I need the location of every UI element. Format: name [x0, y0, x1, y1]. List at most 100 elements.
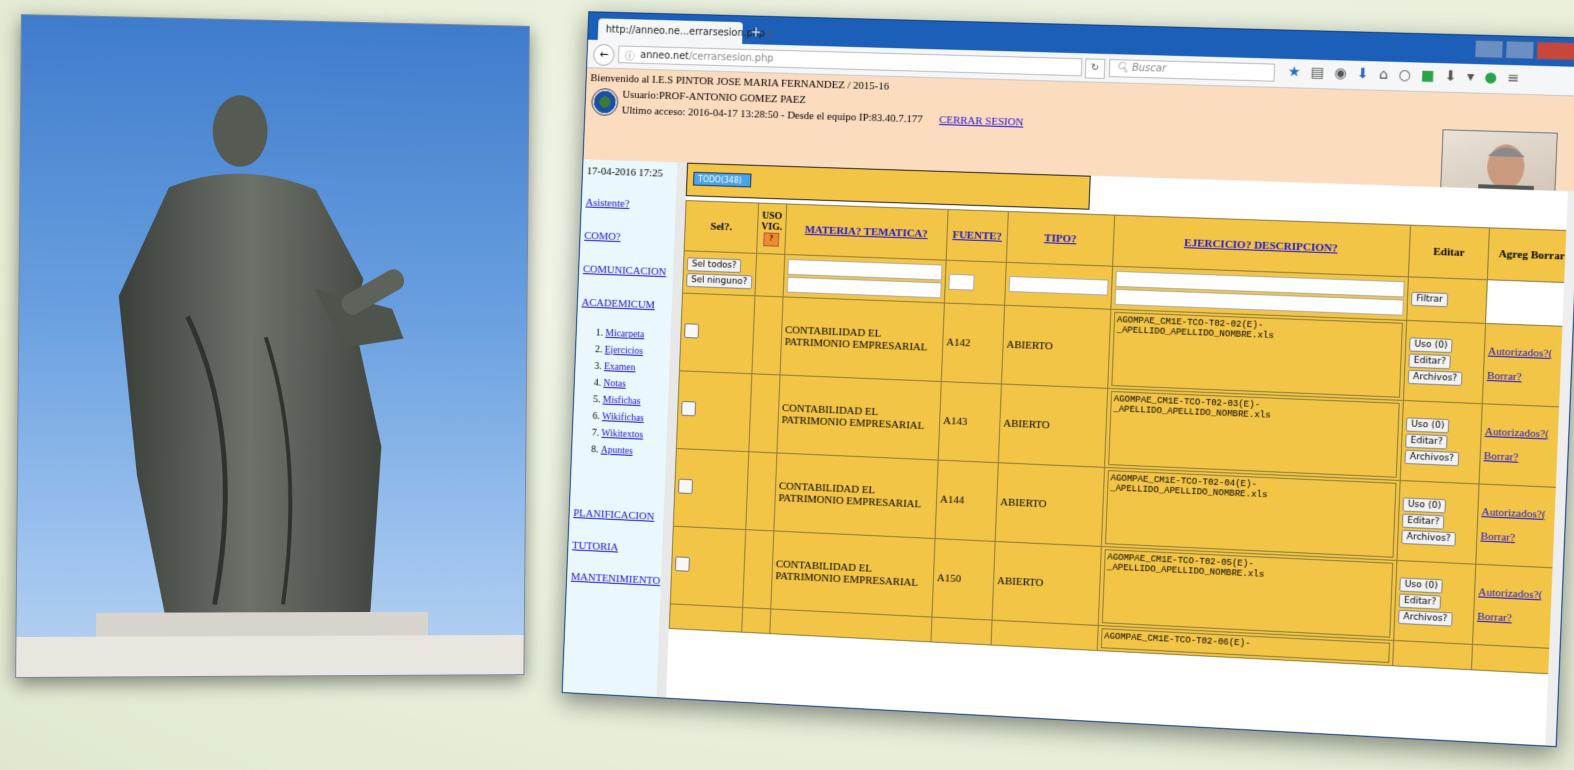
close-window-button[interactable]: [1535, 41, 1574, 61]
minimize-button[interactable]: [1474, 39, 1504, 59]
url-path: /cerrarsesion.php: [688, 50, 774, 65]
academicum-submenu: Micarpeta Ejercicios Examen Notas Misfic…: [574, 324, 648, 460]
info-icon: ⓘ: [624, 51, 635, 63]
search-input[interactable]: 🔍︎ Buscar: [1108, 59, 1276, 82]
editar-button[interactable]: Editar?: [1408, 353, 1452, 370]
close-tab-icon[interactable]: ×: [765, 28, 774, 39]
autorizados-link[interactable]: Autorizados?(: [1485, 426, 1550, 441]
reload-icon[interactable]: ↻: [1084, 58, 1106, 79]
editar-button[interactable]: Editar?: [1401, 513, 1445, 530]
borrar-link[interactable]: Borrar?: [1477, 611, 1512, 625]
todo-filter-button[interactable]: TODO(348): [692, 171, 752, 188]
sidebar-link-tutoria[interactable]: TUTORIA: [572, 540, 618, 554]
submenu-wikitextos[interactable]: Wikitextos: [601, 428, 643, 441]
submenu-misfichas[interactable]: Misfichas: [603, 395, 641, 407]
search-icon: 🔍︎: [1115, 62, 1129, 74]
submenu-ejercicios[interactable]: Ejercicios: [605, 345, 644, 357]
sidebar-link-mantenimiento[interactable]: MANTENIMIENTO: [571, 571, 661, 587]
sidebar-link-academicum[interactable]: ACADEMICUM: [581, 297, 655, 312]
download-icon[interactable]: ⬇: [1357, 66, 1370, 83]
row-materia: CONTABILIDAD EL PATRIMONIO EMPRESARIAL: [776, 374, 942, 461]
menu-icon[interactable]: ≡: [1507, 70, 1520, 87]
submenu-notas[interactable]: Notas: [603, 378, 626, 390]
autorizados-link[interactable]: Autorizados?(: [1481, 506, 1546, 521]
uso-button[interactable]: Uso (0): [1405, 417, 1450, 434]
main-panel: TODO(348) Sel?. USO VIG. ? MATERIA? TEMA…: [666, 162, 1574, 747]
row-description: AGOMPAE_CM1E-TCO-T02-03(E)-_APELLIDO_APE…: [1108, 390, 1400, 478]
back-arrow-icon[interactable]: ←: [592, 43, 615, 66]
dropdown-icon[interactable]: ▾: [1467, 69, 1475, 85]
bookmark-star-icon[interactable]: ★: [1288, 64, 1301, 81]
submenu-apuntes[interactable]: Apuntes: [601, 445, 633, 457]
row-description: AGOMPAE_CM1E-TCO-T02-04(E)-_APELLIDO_APE…: [1104, 470, 1397, 558]
chat-icon[interactable]: ○: [1398, 67, 1411, 84]
col-tipo-link[interactable]: TIPO?: [1044, 232, 1077, 245]
col-ejercicio-link[interactable]: EJERCICIO? DESCRIPCION?: [1184, 237, 1338, 254]
submenu-wikifichas[interactable]: Wikifichas: [602, 411, 644, 424]
extension-icon[interactable]: ■: [1421, 68, 1435, 85]
editar-button[interactable]: Editar?: [1405, 433, 1449, 450]
col-editar: Editar: [1408, 225, 1490, 280]
row-checkbox[interactable]: [684, 323, 700, 339]
pocket-icon[interactable]: ◉: [1334, 65, 1347, 82]
autorizados-link[interactable]: Autorizados?(: [1478, 586, 1543, 601]
row-checkbox[interactable]: [677, 478, 694, 495]
row-tipo: ABIERTO: [995, 462, 1105, 547]
window-controls: [1474, 39, 1574, 61]
row-tipo: ABIERTO: [998, 383, 1108, 468]
search-placeholder: Buscar: [1131, 62, 1167, 75]
col-sel: Sel?.: [684, 200, 759, 254]
borrar-link[interactable]: Borrar?: [1484, 450, 1519, 464]
filter-button[interactable]: Filtrar: [1410, 291, 1449, 308]
logout-link[interactable]: CERRAR SESION: [939, 114, 1024, 129]
archivos-button[interactable]: Archivos?: [1404, 449, 1460, 467]
uso-help-button[interactable]: ?: [763, 232, 780, 247]
row-materia: CONTABILIDAD EL PATRIMONIO EMPRESARIAL: [770, 530, 936, 618]
col-fuente-link[interactable]: FUENTE?: [952, 229, 1002, 243]
home-icon[interactable]: ⌂: [1379, 67, 1389, 83]
fuente-filter-input[interactable]: [948, 273, 975, 291]
whatsapp-icon[interactable]: ●: [1484, 69, 1497, 86]
current-date: 17-04-2016 17:25: [586, 165, 663, 180]
sidebar-link-asistente[interactable]: Asistente?: [585, 197, 629, 210]
row-tipo: ABIERTO: [1001, 305, 1111, 389]
col-materia-link[interactable]: MATERIA? TEMATICA?: [805, 224, 928, 240]
tematica-filter-input[interactable]: [786, 276, 942, 299]
editar-button[interactable]: Editar?: [1398, 593, 1442, 610]
new-tab-button[interactable]: +: [750, 24, 762, 40]
row-materia: CONTABILIDAD EL PATRIMONIO EMPRESARIAL: [773, 452, 939, 539]
statue-illustration: [16, 94, 524, 678]
tipo-filter-input[interactable]: [1008, 275, 1109, 296]
row-description: AGOMPAE_CM1E-TCO-T02-05(E)-_APELLIDO_APE…: [1101, 549, 1394, 638]
sidebar-link-comunicacion[interactable]: COMUNICACION: [583, 263, 667, 278]
archivos-button[interactable]: Archivos?: [1407, 369, 1463, 387]
row-fuente: A142: [941, 302, 1005, 384]
row-checkbox[interactable]: [674, 556, 690, 572]
borrar-link[interactable]: Borrar?: [1480, 530, 1515, 544]
uso-button[interactable]: Uso (0): [1399, 577, 1444, 594]
toolbar-icons: ★ ▤ ◉ ⬇ ⌂ ○ ■ ⬇ ▾ ● ≡: [1288, 64, 1520, 87]
browser-window: http://anneo.ne...errarsesion.php × + ← …: [561, 11, 1574, 748]
submenu-micarpeta[interactable]: Micarpeta: [605, 328, 644, 340]
maximize-button[interactable]: [1505, 40, 1535, 60]
download-arrow-icon[interactable]: ⬇: [1444, 68, 1457, 85]
col-uso-vig: USO VIG. ?: [756, 203, 787, 255]
borrar-link[interactable]: Borrar?: [1487, 370, 1522, 384]
tab-title: http://anneo.ne...errarsesion.php: [605, 23, 766, 40]
sidebar-link-planificacion[interactable]: PLANIFICACION: [573, 507, 654, 523]
row-checkbox[interactable]: [681, 400, 697, 417]
select-none-button[interactable]: Sel ninguno?: [686, 273, 753, 290]
reading-list-icon[interactable]: ▤: [1310, 65, 1324, 82]
autorizados-link[interactable]: Autorizados?(: [1488, 345, 1553, 360]
last-access-text: Ultimo acceso: 2016-04-17 13:28:50 - Des…: [622, 105, 1024, 129]
sidebar-link-como[interactable]: COMO?: [584, 230, 621, 243]
select-all-button[interactable]: Sel todos?: [686, 257, 742, 274]
row-fuente: A144: [935, 460, 999, 542]
archivos-button[interactable]: Archivos?: [1397, 609, 1453, 627]
uso-button[interactable]: Uso (0): [1402, 497, 1447, 514]
col-agreg-borrar: Agreg Borrar: [1487, 227, 1574, 283]
exercise-table: Sel?. USO VIG. ? MATERIA? TEMATICA? FUEN…: [668, 200, 1574, 675]
submenu-examen[interactable]: Examen: [604, 361, 636, 373]
archivos-button[interactable]: Archivos?: [1401, 529, 1457, 547]
uso-button[interactable]: Uso (0): [1408, 337, 1453, 354]
